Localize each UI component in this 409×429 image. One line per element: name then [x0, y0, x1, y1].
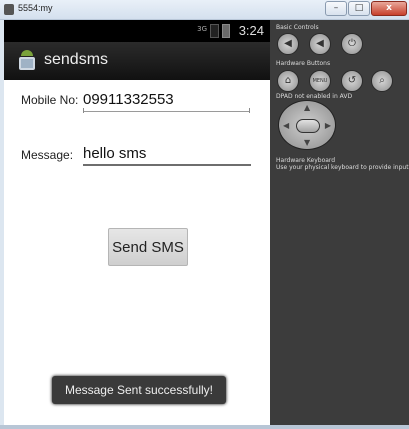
close-button[interactable]: x: [371, 1, 407, 16]
toast-message: Message Sent successfully!: [52, 376, 226, 404]
maximize-button[interactable]: □: [348, 1, 370, 16]
android-app-icon: [18, 50, 36, 72]
app-title: sendsms: [44, 51, 109, 68]
signal-icon: [210, 24, 219, 38]
action-bar: sendsms: [4, 42, 270, 80]
dpad-up-icon[interactable]: ▲: [304, 103, 310, 112]
keyboard-hint: Use your physical keyboard to provide in…: [276, 164, 409, 171]
message-input[interactable]: [83, 142, 251, 166]
back-icon[interactable]: ↺: [341, 70, 363, 92]
volume-down-icon[interactable]: ◀: [277, 33, 299, 55]
basic-controls-caption: Basic Controls: [276, 24, 319, 31]
dpad-caption: DPAD not enabled in AVD: [276, 93, 353, 100]
window-bottom-border: [0, 425, 409, 429]
dpad-right-icon[interactable]: ▶: [325, 121, 331, 130]
mobile-label: Mobile No:: [21, 93, 79, 107]
status-time: 3:24: [238, 23, 264, 38]
window-title: 5554:my: [18, 3, 53, 13]
dpad-control[interactable]: ▲ ▼ ◀ ▶: [278, 100, 336, 150]
window-controls: – □ x: [325, 1, 407, 17]
network-type: 3G: [197, 25, 207, 33]
send-sms-button[interactable]: Send SMS: [108, 228, 188, 266]
status-bar: 3G 3:24: [4, 20, 270, 42]
dpad-center-button[interactable]: [296, 119, 320, 133]
power-icon[interactable]: ⏻: [341, 33, 363, 55]
menu-icon[interactable]: MENU: [309, 70, 331, 92]
keyboard-caption: Hardware Keyboard: [276, 157, 336, 164]
battery-icon: [222, 24, 230, 38]
window-app-icon: [4, 4, 14, 15]
search-icon[interactable]: ⌕: [371, 70, 393, 92]
phone-screen: 3G 3:24 sendsms Mobile No: Message: Send…: [4, 20, 270, 425]
window-titlebar: 5554:my – □ x: [0, 0, 409, 20]
message-label: Message:: [21, 148, 74, 162]
home-icon[interactable]: ⌂: [277, 70, 299, 92]
dpad-down-icon[interactable]: ▼: [304, 138, 310, 147]
mobile-input[interactable]: [83, 88, 250, 112]
volume-up-icon[interactable]: ◀: [309, 33, 331, 55]
hardware-buttons-caption: Hardware Buttons: [276, 60, 331, 67]
emulator-control-panel: Basic Controls ◀ ◀ ⏻ Hardware Buttons ⌂ …: [270, 20, 409, 425]
dpad-left-icon[interactable]: ◀: [283, 121, 289, 130]
minimize-button[interactable]: –: [325, 1, 347, 16]
